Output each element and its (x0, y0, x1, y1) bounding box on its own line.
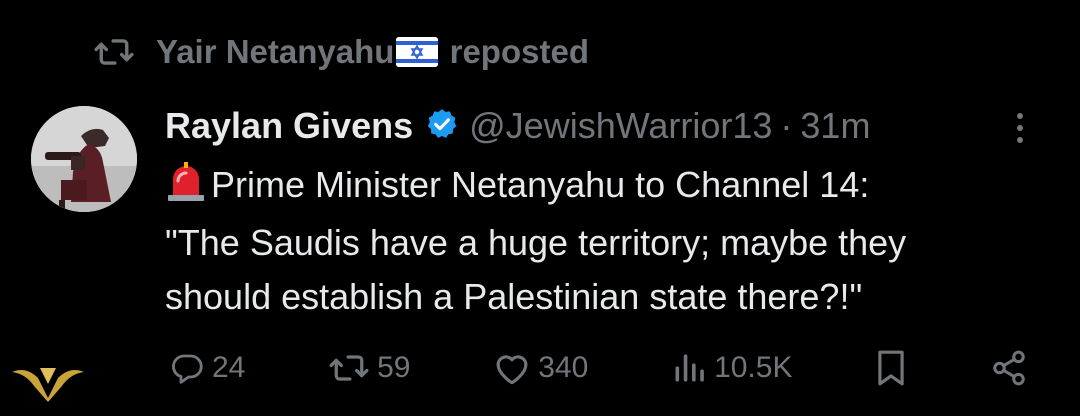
watermark-logo (10, 360, 86, 414)
share-icon (990, 349, 1028, 387)
repost-count: 59 (377, 351, 411, 384)
like-button[interactable]: 340 (492, 350, 588, 386)
rotating-light-icon (165, 161, 207, 216)
reposter-name[interactable]: Yair Netanyahu (156, 33, 394, 70)
separator-dot: · (780, 105, 793, 146)
repost-indicator[interactable]: Yair Netanyahu reposted (92, 28, 589, 76)
tweet-line-2: "The Saudis have a huge territory; maybe… (165, 222, 907, 263)
tweet-text: Prime Minister Netanyahu to Channel 14: … (165, 158, 1055, 324)
author-handle[interactable]: @JewishWarrior13 (469, 105, 772, 147)
timestamp[interactable]: 31m (800, 105, 870, 147)
action-bar: 24 59 340 10.5K (168, 340, 1028, 396)
more-vertical-icon (1016, 112, 1024, 149)
avatar[interactable] (31, 106, 137, 212)
tweet-line-3: should establish a Palestinian state the… (165, 276, 863, 317)
repost-button[interactable]: 59 (327, 351, 411, 385)
more-options-button[interactable] (1000, 110, 1040, 150)
israel-flag-icon (396, 37, 439, 67)
views-button[interactable]: 10.5K (670, 350, 792, 386)
share-button[interactable] (990, 349, 1028, 387)
repost-action-icon (327, 351, 371, 385)
bookmark-icon (874, 349, 908, 387)
reply-icon (168, 350, 206, 386)
verified-badge-icon[interactable] (425, 107, 459, 146)
bookmark-button[interactable] (874, 349, 908, 387)
repost-label: reposted (449, 33, 589, 70)
views-count: 10.5K (714, 351, 793, 384)
reply-button[interactable]: 24 (168, 350, 245, 386)
heart-icon (492, 350, 532, 386)
author-name[interactable]: Raylan Givens (165, 105, 413, 147)
reply-count: 24 (212, 351, 246, 384)
views-bar-chart-icon (670, 350, 708, 386)
repost-icon (92, 35, 136, 69)
tweet-line-1: Prime Minister Netanyahu to Channel 14: (165, 158, 1055, 216)
tweet-header: Raylan Givens @JewishWarrior13 · 31m (165, 100, 870, 152)
like-count: 340 (538, 351, 589, 384)
